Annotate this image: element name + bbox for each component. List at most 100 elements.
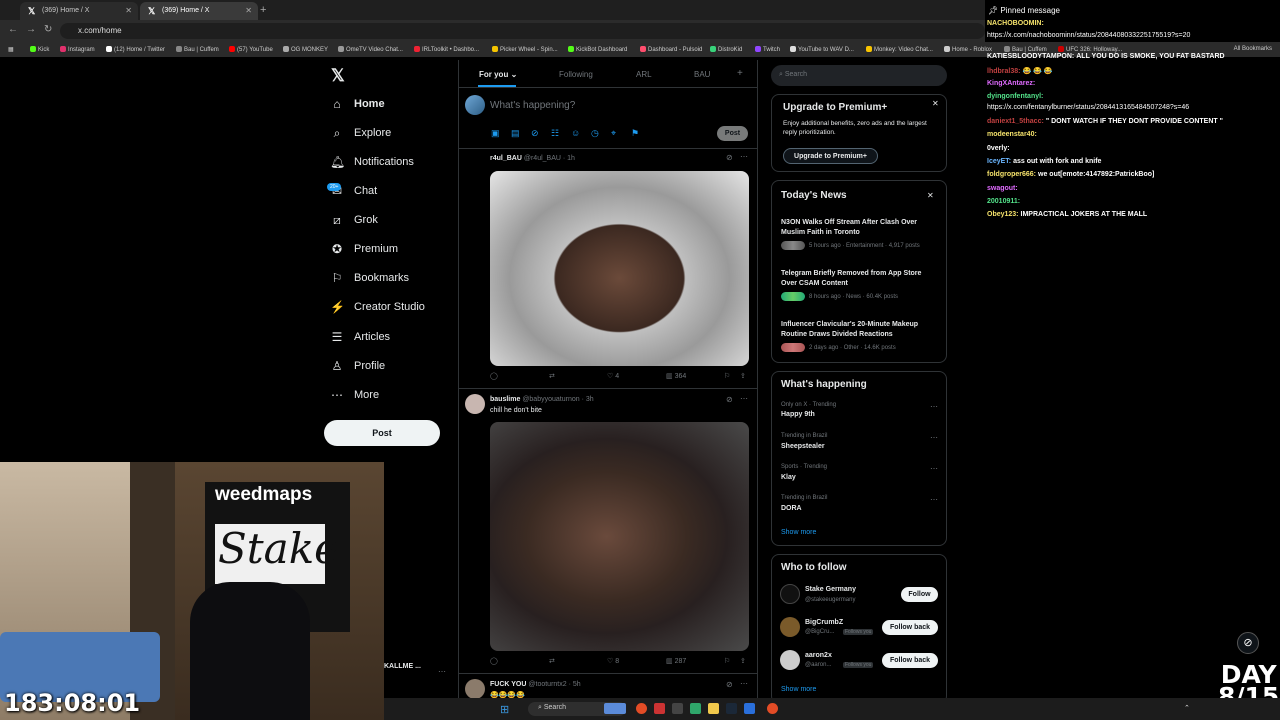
reply-icon[interactable]: ◯: [490, 657, 498, 665]
avatar[interactable]: [465, 679, 485, 699]
widgets-icon[interactable]: [604, 703, 626, 714]
more-icon[interactable]: ⋯: [740, 679, 748, 688]
trend-item[interactable]: Sheepstealer: [781, 443, 825, 450]
schedule-icon[interactable]: ◷: [591, 128, 599, 139]
close-icon[interactable]: ✕: [927, 191, 934, 200]
trend-item[interactable]: DORA: [781, 505, 802, 512]
more-icon[interactable]: ⋯: [740, 394, 748, 403]
add-tab-icon[interactable]: +: [737, 68, 743, 79]
tweet-author[interactable]: FUCK YOU @tooturntx2 · 5h: [490, 681, 581, 688]
compose-input[interactable]: What's happening?: [490, 100, 575, 111]
grok-icon[interactable]: ⊘: [1237, 632, 1259, 654]
more-icon[interactable]: ⋯: [438, 667, 446, 676]
grok-icon[interactable]: ⊘: [726, 680, 733, 689]
like-button[interactable]: ♡ 8: [607, 657, 619, 665]
like-button[interactable]: ♡ 4: [607, 372, 619, 380]
tab-for-you[interactable]: For you ⌄: [479, 70, 517, 79]
avatar[interactable]: [780, 584, 800, 604]
tweet-media[interactable]: [490, 422, 749, 651]
tweet-author[interactable]: r4ul_BAU @r4ul_BAU · 1h: [490, 155, 575, 162]
browser-tab[interactable]: 𝕏 (369) Home / X ✕: [20, 2, 138, 20]
upgrade-button[interactable]: Upgrade to Premium+: [783, 148, 878, 164]
reload-icon[interactable]: ↻: [44, 24, 52, 35]
close-icon[interactable]: ✕: [932, 99, 939, 108]
avatar[interactable]: [465, 394, 485, 414]
tab-bau[interactable]: BAU: [694, 70, 710, 79]
bookmark-item[interactable]: Bau | Cuffem: [176, 46, 219, 53]
grok-icon[interactable]: ⊘: [726, 153, 733, 162]
app-icon[interactable]: [672, 703, 683, 714]
emoji-icon[interactable]: ☺: [571, 128, 580, 138]
new-tab-button[interactable]: +: [260, 4, 266, 16]
close-icon[interactable]: ✕: [125, 6, 132, 15]
tab-arl[interactable]: ARL: [636, 70, 652, 79]
more-icon[interactable]: ⋯: [930, 402, 938, 411]
tweet-author[interactable]: bauslime @babyyouaturnon · 3h: [490, 396, 594, 403]
address-bar[interactable]: x.com/home: [60, 23, 985, 39]
avatar[interactable]: [780, 650, 800, 670]
grok-icon[interactable]: ⊘: [726, 395, 733, 404]
bookmark-icon[interactable]: ⚐: [724, 657, 730, 665]
nav-articles[interactable]: ☰ Articles: [330, 326, 390, 348]
nav-notifications[interactable]: 🔔︎ Notifications: [330, 151, 414, 173]
nav-bookmarks[interactable]: ⚐ Bookmarks: [330, 267, 409, 289]
views-stat[interactable]: ▥ 287: [666, 657, 686, 665]
repost-icon[interactable]: ⇄: [549, 657, 555, 665]
news-headline[interactable]: Telegram Briefly Removed from App Store …: [781, 269, 937, 289]
follow-name[interactable]: aaron2x: [805, 652, 832, 659]
back-icon[interactable]: ←: [8, 24, 18, 35]
bookmark-icon[interactable]: ⚐: [724, 372, 730, 380]
show-more-link[interactable]: Show more: [781, 529, 816, 536]
views-stat[interactable]: ▥ 364: [666, 372, 686, 380]
compose-post-button[interactable]: Post: [717, 126, 748, 141]
bookmark-item[interactable]: Dashboard - Pulsoid: [640, 46, 702, 53]
steam-icon[interactable]: [726, 703, 737, 714]
location-icon[interactable]: ⌖: [611, 128, 616, 139]
follow-back-button[interactable]: Follow back: [882, 620, 938, 635]
app-icon[interactable]: [654, 703, 665, 714]
account-name[interactable]: KALLME ...: [384, 663, 421, 670]
apps-icon[interactable]: ▦: [8, 46, 14, 53]
search-input[interactable]: ⌕ Search: [771, 65, 947, 86]
browser-tab-active[interactable]: 𝕏 (369) Home / X ✕: [140, 2, 258, 20]
chevron-up-icon[interactable]: ⌃: [1184, 704, 1190, 712]
x-logo-icon[interactable]: 𝕏: [331, 66, 345, 86]
bookmark-item[interactable]: Instagram: [60, 46, 95, 53]
tab-following[interactable]: Following: [559, 70, 593, 79]
post-button[interactable]: Post: [324, 420, 440, 446]
gif-icon[interactable]: ▤: [511, 128, 520, 139]
nav-creator-studio[interactable]: ⚡ Creator Studio: [330, 296, 425, 318]
windows-start-icon[interactable]: ⊞: [500, 703, 509, 716]
bookmark-item[interactable]: Picker Wheel - Spin...: [492, 46, 558, 53]
more-icon[interactable]: ⋯: [930, 433, 938, 442]
nav-profile[interactable]: ♙ Profile: [330, 355, 386, 377]
reply-icon[interactable]: ◯: [490, 372, 498, 380]
more-icon[interactable]: ⋯: [930, 464, 938, 473]
more-icon[interactable]: ⋯: [740, 152, 748, 161]
tweet-media[interactable]: [490, 171, 749, 366]
flag-icon[interactable]: ⚑: [631, 128, 639, 139]
trend-item[interactable]: Klay: [781, 474, 796, 481]
follow-back-button[interactable]: Follow back: [882, 653, 938, 668]
follow-button[interactable]: Follow: [901, 587, 938, 602]
repost-icon[interactable]: ⇄: [549, 372, 555, 380]
close-icon[interactable]: ✕: [245, 6, 252, 15]
show-more-link[interactable]: Show more: [781, 686, 816, 693]
chrome-icon[interactable]: [767, 703, 778, 714]
bookmark-item[interactable]: OmeTV Video Chat...: [338, 46, 403, 53]
bookmark-item[interactable]: IRLToolkit • Dashbo...: [414, 46, 479, 53]
share-icon[interactable]: ⇪: [740, 657, 746, 665]
more-icon[interactable]: ⋯: [930, 495, 938, 504]
bookmark-item[interactable]: OG MONKEY: [283, 46, 328, 53]
bookmark-item[interactable]: (57) YouTube: [229, 46, 273, 53]
follow-name[interactable]: Stake Germany: [805, 586, 856, 593]
poll-icon[interactable]: ☷: [551, 128, 559, 139]
follow-name[interactable]: BigCrumbZ: [805, 619, 843, 626]
nav-explore[interactable]: ⌕ Explore: [330, 122, 392, 144]
news-headline[interactable]: Influencer Clavicular's 20-Minute Makeup…: [781, 320, 937, 340]
forward-icon[interactable]: →: [26, 24, 36, 35]
nav-more[interactable]: ⋯ More: [330, 384, 379, 406]
app-icon[interactable]: [690, 703, 701, 714]
avatar[interactable]: [465, 95, 485, 115]
bookmark-item[interactable]: Twitch: [755, 46, 780, 53]
